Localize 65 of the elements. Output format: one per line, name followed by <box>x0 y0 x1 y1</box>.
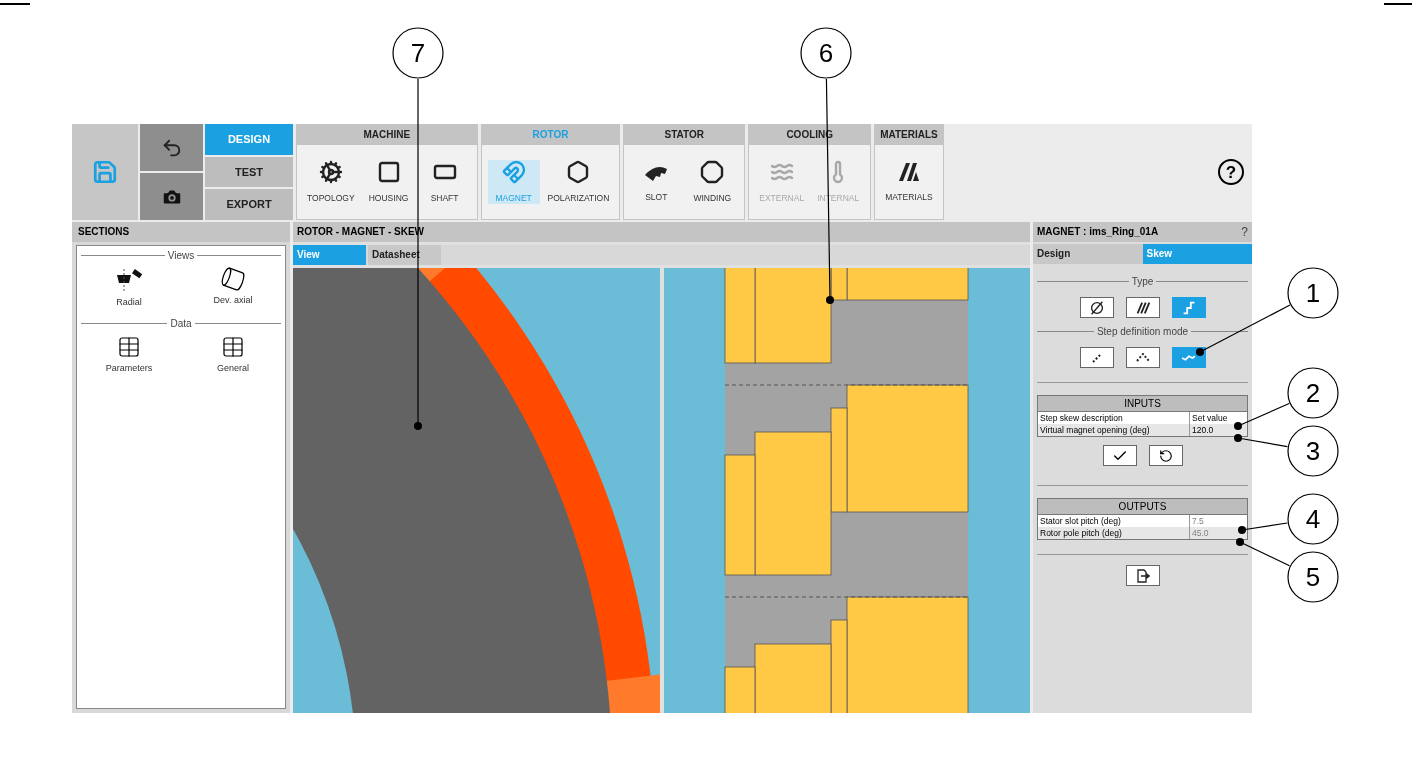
dotted-line-icon <box>1091 352 1102 363</box>
mode-option-button[interactable] <box>1079 297 1114 318</box>
apply-button[interactable] <box>1102 445 1137 466</box>
leader-line <box>1234 402 1290 430</box>
leader-line <box>1234 434 1288 448</box>
callout-number: 5 <box>1287 551 1339 603</box>
table-icon <box>117 334 141 359</box>
group-label: Step definition mode <box>1096 325 1189 339</box>
section-item[interactable]: Parameters <box>77 332 181 377</box>
callout-number: 2 <box>1287 367 1339 419</box>
zigzag-icon <box>1181 354 1196 361</box>
tool-button[interactable]: TOPOLOGY <box>303 159 359 205</box>
group-label: Views <box>167 249 195 263</box>
leader-line <box>1238 522 1288 534</box>
dotted-peak-icon <box>1135 353 1150 362</box>
callout-number: 4 <box>1287 493 1339 545</box>
group-label: Type <box>1131 275 1154 289</box>
panel-title: MAGNET : ims_Ring_01A <box>1037 225 1160 239</box>
magnet-icon <box>501 159 526 184</box>
help-button[interactable]: ? <box>1241 222 1248 242</box>
octagon-icon <box>700 159 725 184</box>
table-title: OUTPUTS <box>1038 499 1247 515</box>
save-icon <box>92 159 118 185</box>
callout-number: 6 <box>800 27 852 79</box>
mode-option-button[interactable] <box>1171 347 1206 368</box>
tool-button[interactable]: WINDING <box>686 159 739 205</box>
tool-group-title: MATERIALS <box>875 125 943 145</box>
tool-button[interactable]: HOUSING <box>362 159 415 205</box>
leader-line <box>1236 538 1291 567</box>
help-button[interactable]: ? <box>1218 159 1244 185</box>
tool-group-title: STATOR <box>624 125 745 145</box>
gear-icon <box>318 159 343 184</box>
table-title: INPUTS <box>1038 396 1247 412</box>
tool-button[interactable]: POLARIZATION <box>543 159 614 205</box>
section-item[interactable]: Dev. axial <box>181 265 285 312</box>
parameter-label: Stator slot pitch (deg) <box>1039 515 1122 527</box>
camera-button[interactable] <box>140 173 203 220</box>
tool-button[interactable]: SLOT <box>630 160 683 204</box>
export-button[interactable] <box>1125 565 1160 586</box>
callout-number: 1 <box>1287 267 1339 319</box>
tool-button[interactable]: SHAFT <box>418 159 471 205</box>
section-item[interactable]: General <box>181 332 285 377</box>
hexagon-icon <box>566 159 591 184</box>
mode-option-button[interactable] <box>1125 297 1160 318</box>
tool-button[interactable]: MATERIALS <box>881 160 937 204</box>
square-icon <box>376 159 401 184</box>
file-arrow-icon <box>1135 568 1150 583</box>
tool-group-title: ROTOR <box>481 125 620 145</box>
parameter-label: Virtual magnet opening (deg) <box>1039 424 1151 436</box>
parameter-label: Step skew description <box>1039 412 1124 424</box>
reset-button[interactable] <box>1148 445 1183 466</box>
sensor-icon <box>114 267 144 293</box>
callout-number: 3 <box>1287 425 1339 477</box>
rotate-icon <box>1158 448 1173 463</box>
property-tab[interactable]: Design <box>1033 244 1143 264</box>
tool-group-title: MACHINE <box>297 125 477 145</box>
table-icon <box>221 334 245 359</box>
panel-title: SECTIONS <box>72 222 290 242</box>
group-label: Data <box>170 316 192 331</box>
parameter-label: Rotor pole pitch (deg) <box>1039 527 1123 539</box>
mode-tab[interactable]: TEST <box>205 156 293 188</box>
section-item[interactable]: Radial <box>77 265 181 312</box>
undo-button[interactable] <box>140 124 203 171</box>
mode-tab[interactable]: EXPORT <box>205 189 293 220</box>
callout-number: 7 <box>392 27 444 79</box>
